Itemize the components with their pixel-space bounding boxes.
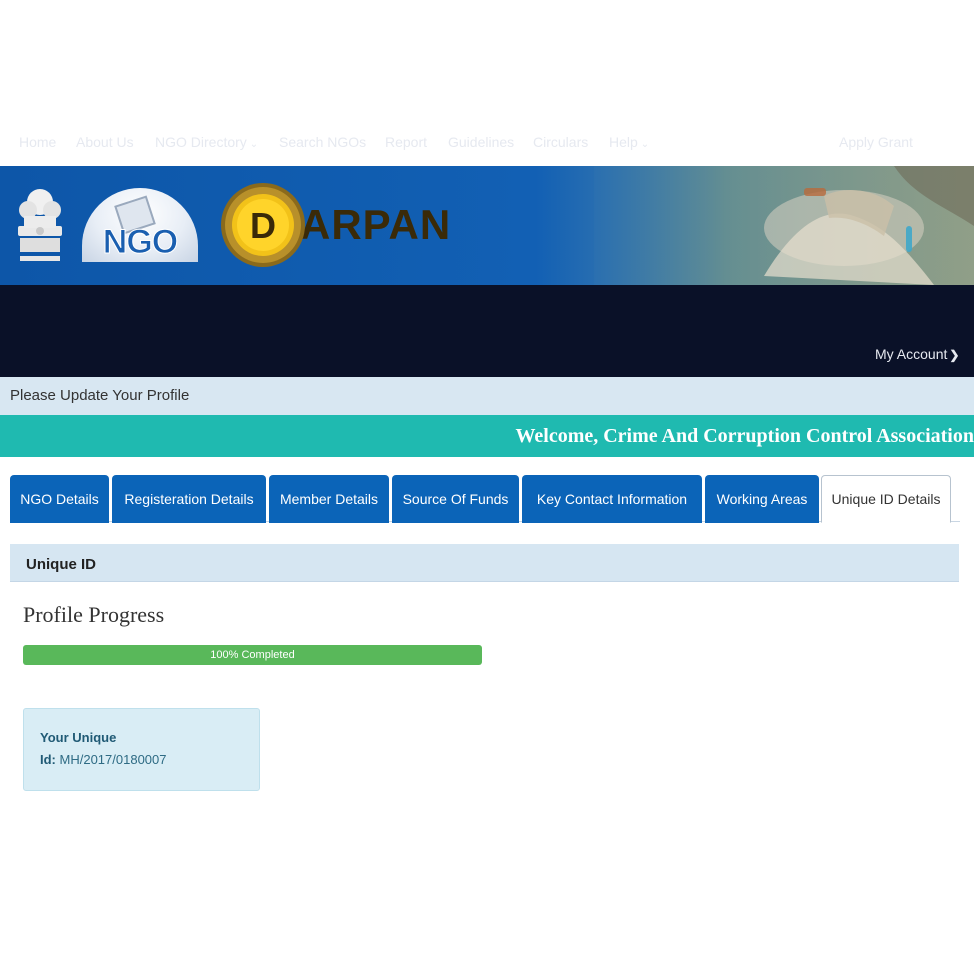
header-banner: NGO D ARPAN [0, 166, 974, 285]
darpan-coin-icon: D [221, 183, 305, 267]
unique-id-row: Id: MH/2017/0180007 [40, 749, 243, 771]
update-profile-notice[interactable]: Please Update Your Profile [0, 377, 974, 415]
nav-help[interactable]: Help ⌄ [609, 133, 649, 154]
unique-id-value: MH/2017/0180007 [59, 752, 167, 767]
tab-registeration-details[interactable]: Registeration Details [112, 475, 266, 523]
ngo-logo-text: NGO [102, 223, 178, 262]
hands-banner-image [594, 166, 974, 285]
chevron-down-icon: ❯ [949, 348, 960, 362]
darpan-letter: D [250, 205, 276, 246]
ngo-logo[interactable]: NGO [82, 188, 198, 262]
darpan-wordmark: ARPAN [300, 201, 452, 248]
profile-progress-bar: 100% Completed [23, 645, 482, 665]
page: NGO D ARPAN Please Update Your Profile W… [0, 166, 974, 457]
darpan-logo[interactable]: D ARPAN [220, 182, 451, 268]
nav-apply-grant[interactable]: Apply Grant [839, 133, 913, 151]
welcome-banner: Welcome, Crime And Corruption Control As… [0, 415, 974, 457]
tab-working-areas[interactable]: Working Areas [705, 475, 819, 523]
section-heading: Unique ID [10, 544, 959, 582]
tab-ngo-details[interactable]: NGO Details [10, 475, 109, 523]
profile-progress-title: Profile Progress [23, 602, 165, 627]
nav-search-ngos[interactable]: Search NGOs [279, 133, 366, 151]
tab-unique-id-details[interactable]: Unique ID Details [821, 475, 951, 523]
national-emblem-icon [18, 189, 62, 261]
nav-home[interactable]: Home [19, 133, 56, 151]
unique-id-card: Your Unique Id: MH/2017/0180007 [23, 708, 260, 791]
nav-guidelines[interactable]: Guidelines [448, 133, 514, 151]
nav-my-account[interactable]: My Account ❯ [875, 345, 959, 364]
unique-id-label-line2: Id: [40, 752, 56, 767]
chevron-down-icon: ⌄ [640, 139, 650, 150]
main-nav [0, 285, 974, 377]
tab-key-contact-information[interactable]: Key Contact Information [522, 475, 702, 523]
nav-ngo-directory[interactable]: NGO Directory ⌄ [155, 133, 258, 154]
nav-report[interactable]: Report [385, 133, 427, 151]
profile-tabs: NGO Details Registeration Details Member… [10, 475, 960, 523]
chevron-down-icon: ⌄ [249, 139, 259, 150]
progress-fill: 100% Completed [23, 645, 482, 665]
nav-about-us[interactable]: About Us [76, 133, 134, 151]
unique-id-label-line1: Your Unique [40, 730, 117, 745]
tab-member-details[interactable]: Member Details [269, 475, 389, 523]
tab-source-of-funds[interactable]: Source Of Funds [392, 475, 519, 523]
nav-circulars[interactable]: Circulars [533, 133, 588, 151]
